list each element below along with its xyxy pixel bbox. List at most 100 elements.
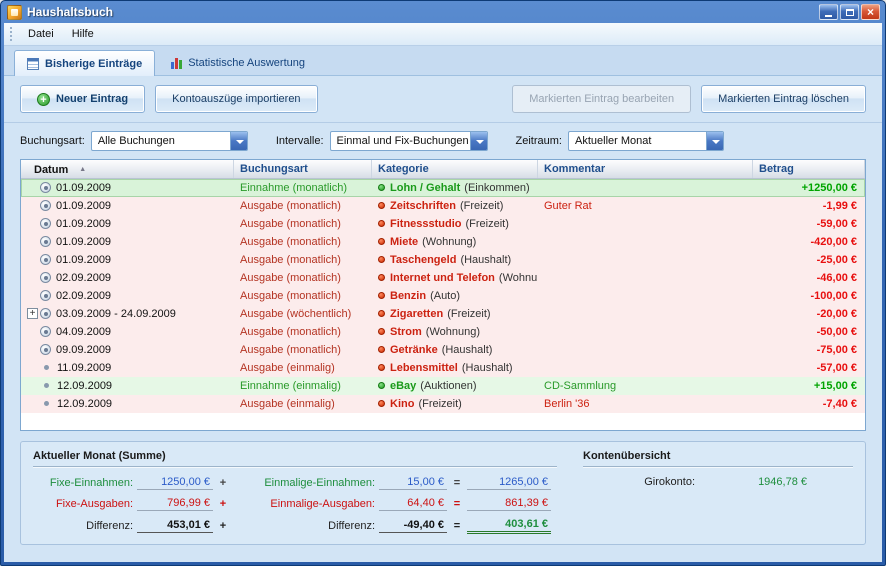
booking-type: Ausgabe (monatlich) (234, 269, 372, 287)
menu-datei[interactable]: Datei (20, 25, 62, 43)
category-bullet-icon (378, 328, 385, 335)
expand-plus-icon[interactable]: + (27, 308, 38, 319)
summary-panel: Aktueller Monat (Summe) Fixe-Einnahmen:1… (20, 441, 866, 545)
category-name: Zeitschriften (390, 200, 456, 212)
date-label: 12.09.2009 (57, 398, 112, 410)
filter-buchungsart: Buchungsart: Alle Buchungen (20, 131, 248, 151)
summary-label: Differenz: (233, 520, 379, 532)
table-row[interactable]: 04.09.2009Ausgabe (monatlich)Strom(Wohnu… (21, 323, 865, 341)
maximize-icon (846, 9, 854, 16)
accounts-overview-section: Kontenübersicht Girokonto: 1946,78 € (557, 450, 853, 536)
menu-grip (10, 27, 13, 41)
table-row[interactable]: 01.09.2009Ausgabe (monatlich)Fitnessstud… (21, 215, 865, 233)
tab-statistische-auswertung[interactable]: Statistische Auswertung (159, 51, 317, 75)
category-group: (Haushalt) (462, 362, 513, 374)
table-row[interactable]: 02.09.2009Ausgabe (monatlich)Internet un… (21, 269, 865, 287)
new-entry-button[interactable]: + Neuer Eintrag (20, 85, 145, 113)
app-window: Haushaltsbuch × Datei Hilfe Bisherige Ei… (0, 0, 886, 566)
bottom-area: Aktueller Monat (Summe) Fixe-Einnahmen:1… (4, 431, 882, 562)
column-header-datum[interactable]: Datum ▲ (21, 160, 234, 178)
recurring-icon (40, 200, 51, 211)
amount-cell: -7,40 € (753, 395, 865, 413)
category-bullet-icon (378, 220, 385, 227)
column-header-betrag[interactable]: Betrag (753, 160, 865, 178)
table-row[interactable]: 01.09.2009Ausgabe (monatlich)Taschengeld… (21, 251, 865, 269)
summary-label: Fixe-Ausgaben: (33, 498, 137, 510)
intervalle-select[interactable]: Einmal und Fix-Buchungen (330, 131, 488, 151)
booking-type: Ausgabe (monatlich) (234, 251, 372, 269)
amount-cell: +1250,00 € (753, 179, 865, 197)
table-row[interactable]: 01.09.2009Ausgabe (monatlich)Miete(Wohnu… (21, 233, 865, 251)
category-group: (Freizeit) (418, 398, 461, 410)
booking-type: Einnahme (monatlich) (234, 179, 372, 197)
delete-entry-button[interactable]: Markierten Eintrag löschen (701, 85, 866, 113)
amount-cell: -59,00 € (753, 215, 865, 233)
comment-cell (538, 251, 753, 269)
date-label: 01.09.2009 (56, 182, 111, 194)
column-header-buchungsart[interactable]: Buchungsart (234, 160, 372, 178)
chevron-down-icon (470, 132, 487, 150)
summary-operator: + (213, 498, 233, 510)
row-date-cell: 09.09.2009 (21, 341, 234, 359)
sort-ascending-icon: ▲ (79, 166, 86, 173)
summary-result: 861,39 € (467, 497, 551, 511)
table-row[interactable]: 11.09.2009Ausgabe (einmalig)Lebensmittel… (21, 359, 865, 377)
recurring-icon (40, 290, 51, 301)
table-row[interactable]: 12.09.2009Ausgabe (einmalig)Kino(Freizei… (21, 395, 865, 413)
category-name: Strom (390, 326, 422, 338)
menu-hilfe[interactable]: Hilfe (64, 25, 102, 43)
recurring-icon (40, 344, 51, 355)
table-row[interactable]: 01.09.2009Einnahme (monatlich)Lohn / Geh… (21, 179, 865, 197)
date-label: 11.09.2009 (57, 362, 111, 374)
table-row[interactable]: 12.09.2009Einnahme (einmalig)eBay(Auktio… (21, 377, 865, 395)
maximize-button[interactable] (840, 4, 859, 20)
column-header-kategorie[interactable]: Kategorie (372, 160, 538, 178)
summary-value: 15,00 € (379, 476, 447, 490)
filter-intervalle: Intervalle: Einmal und Fix-Buchungen (276, 131, 488, 151)
category-name: Getränke (390, 344, 438, 356)
row-date-cell: 01.09.2009 (21, 179, 234, 197)
bar-chart-icon (171, 57, 182, 69)
category-bullet-icon (378, 310, 385, 317)
table-row[interactable]: 09.09.2009Ausgabe (monatlich)Getränke(Ha… (21, 341, 865, 359)
tab-label: Statistische Auswertung (188, 57, 305, 69)
category-name: Zigaretten (390, 308, 443, 320)
amount-cell: -100,00 € (753, 287, 865, 305)
one-time-icon (44, 383, 49, 388)
tab-bisherige-eintraege[interactable]: Bisherige Einträge (14, 50, 155, 76)
amount-cell: -50,00 € (753, 323, 865, 341)
date-label: 03.09.2009 - 24.09.2009 (56, 308, 176, 320)
app-icon (7, 5, 22, 20)
toolbar: + Neuer Eintrag Kontoauszüge importieren… (4, 76, 882, 123)
category-bullet-icon (378, 346, 385, 353)
summary-value: 796,99 € (137, 497, 213, 511)
row-date-cell: 01.09.2009 (21, 197, 234, 215)
table-row[interactable]: 01.09.2009Ausgabe (monatlich)Zeitschrift… (21, 197, 865, 215)
edit-entry-button[interactable]: Markierten Eintrag bearbeiten (512, 85, 691, 113)
comment-cell (538, 215, 753, 233)
table-row[interactable]: 02.09.2009Ausgabe (monatlich)Benzin(Auto… (21, 287, 865, 305)
row-date-cell: 12.09.2009 (21, 377, 234, 395)
category-cell: Lebensmittel(Haushalt) (372, 359, 538, 377)
row-date-cell: 02.09.2009 (21, 269, 234, 287)
category-cell: Strom(Wohnung) (372, 323, 538, 341)
category-group: (Wohnun (499, 272, 538, 284)
summary-value: 453,01 € (137, 519, 213, 533)
table-row[interactable]: +03.09.2009 - 24.09.2009Ausgabe (wöchent… (21, 305, 865, 323)
titlebar[interactable]: Haushaltsbuch × (1, 1, 885, 23)
close-button[interactable]: × (861, 4, 880, 20)
column-header-kommentar[interactable]: Kommentar (538, 160, 753, 178)
category-cell: Zigaretten(Freizeit) (372, 305, 538, 323)
buchungsart-select[interactable]: Alle Buchungen (91, 131, 248, 151)
summary-title: Aktueller Monat (Summe) (33, 450, 557, 462)
zeitraum-select[interactable]: Aktueller Monat (568, 131, 724, 151)
import-statements-button[interactable]: Kontoauszüge importieren (155, 85, 317, 113)
category-group: (Auto) (430, 290, 460, 302)
category-bullet-icon (378, 256, 385, 263)
menubar: Datei Hilfe (4, 23, 882, 46)
booking-type: Einnahme (einmalig) (234, 377, 372, 395)
category-bullet-icon (378, 184, 385, 191)
close-icon: × (867, 6, 874, 18)
minimize-button[interactable] (819, 4, 838, 20)
row-date-cell: 01.09.2009 (21, 251, 234, 269)
